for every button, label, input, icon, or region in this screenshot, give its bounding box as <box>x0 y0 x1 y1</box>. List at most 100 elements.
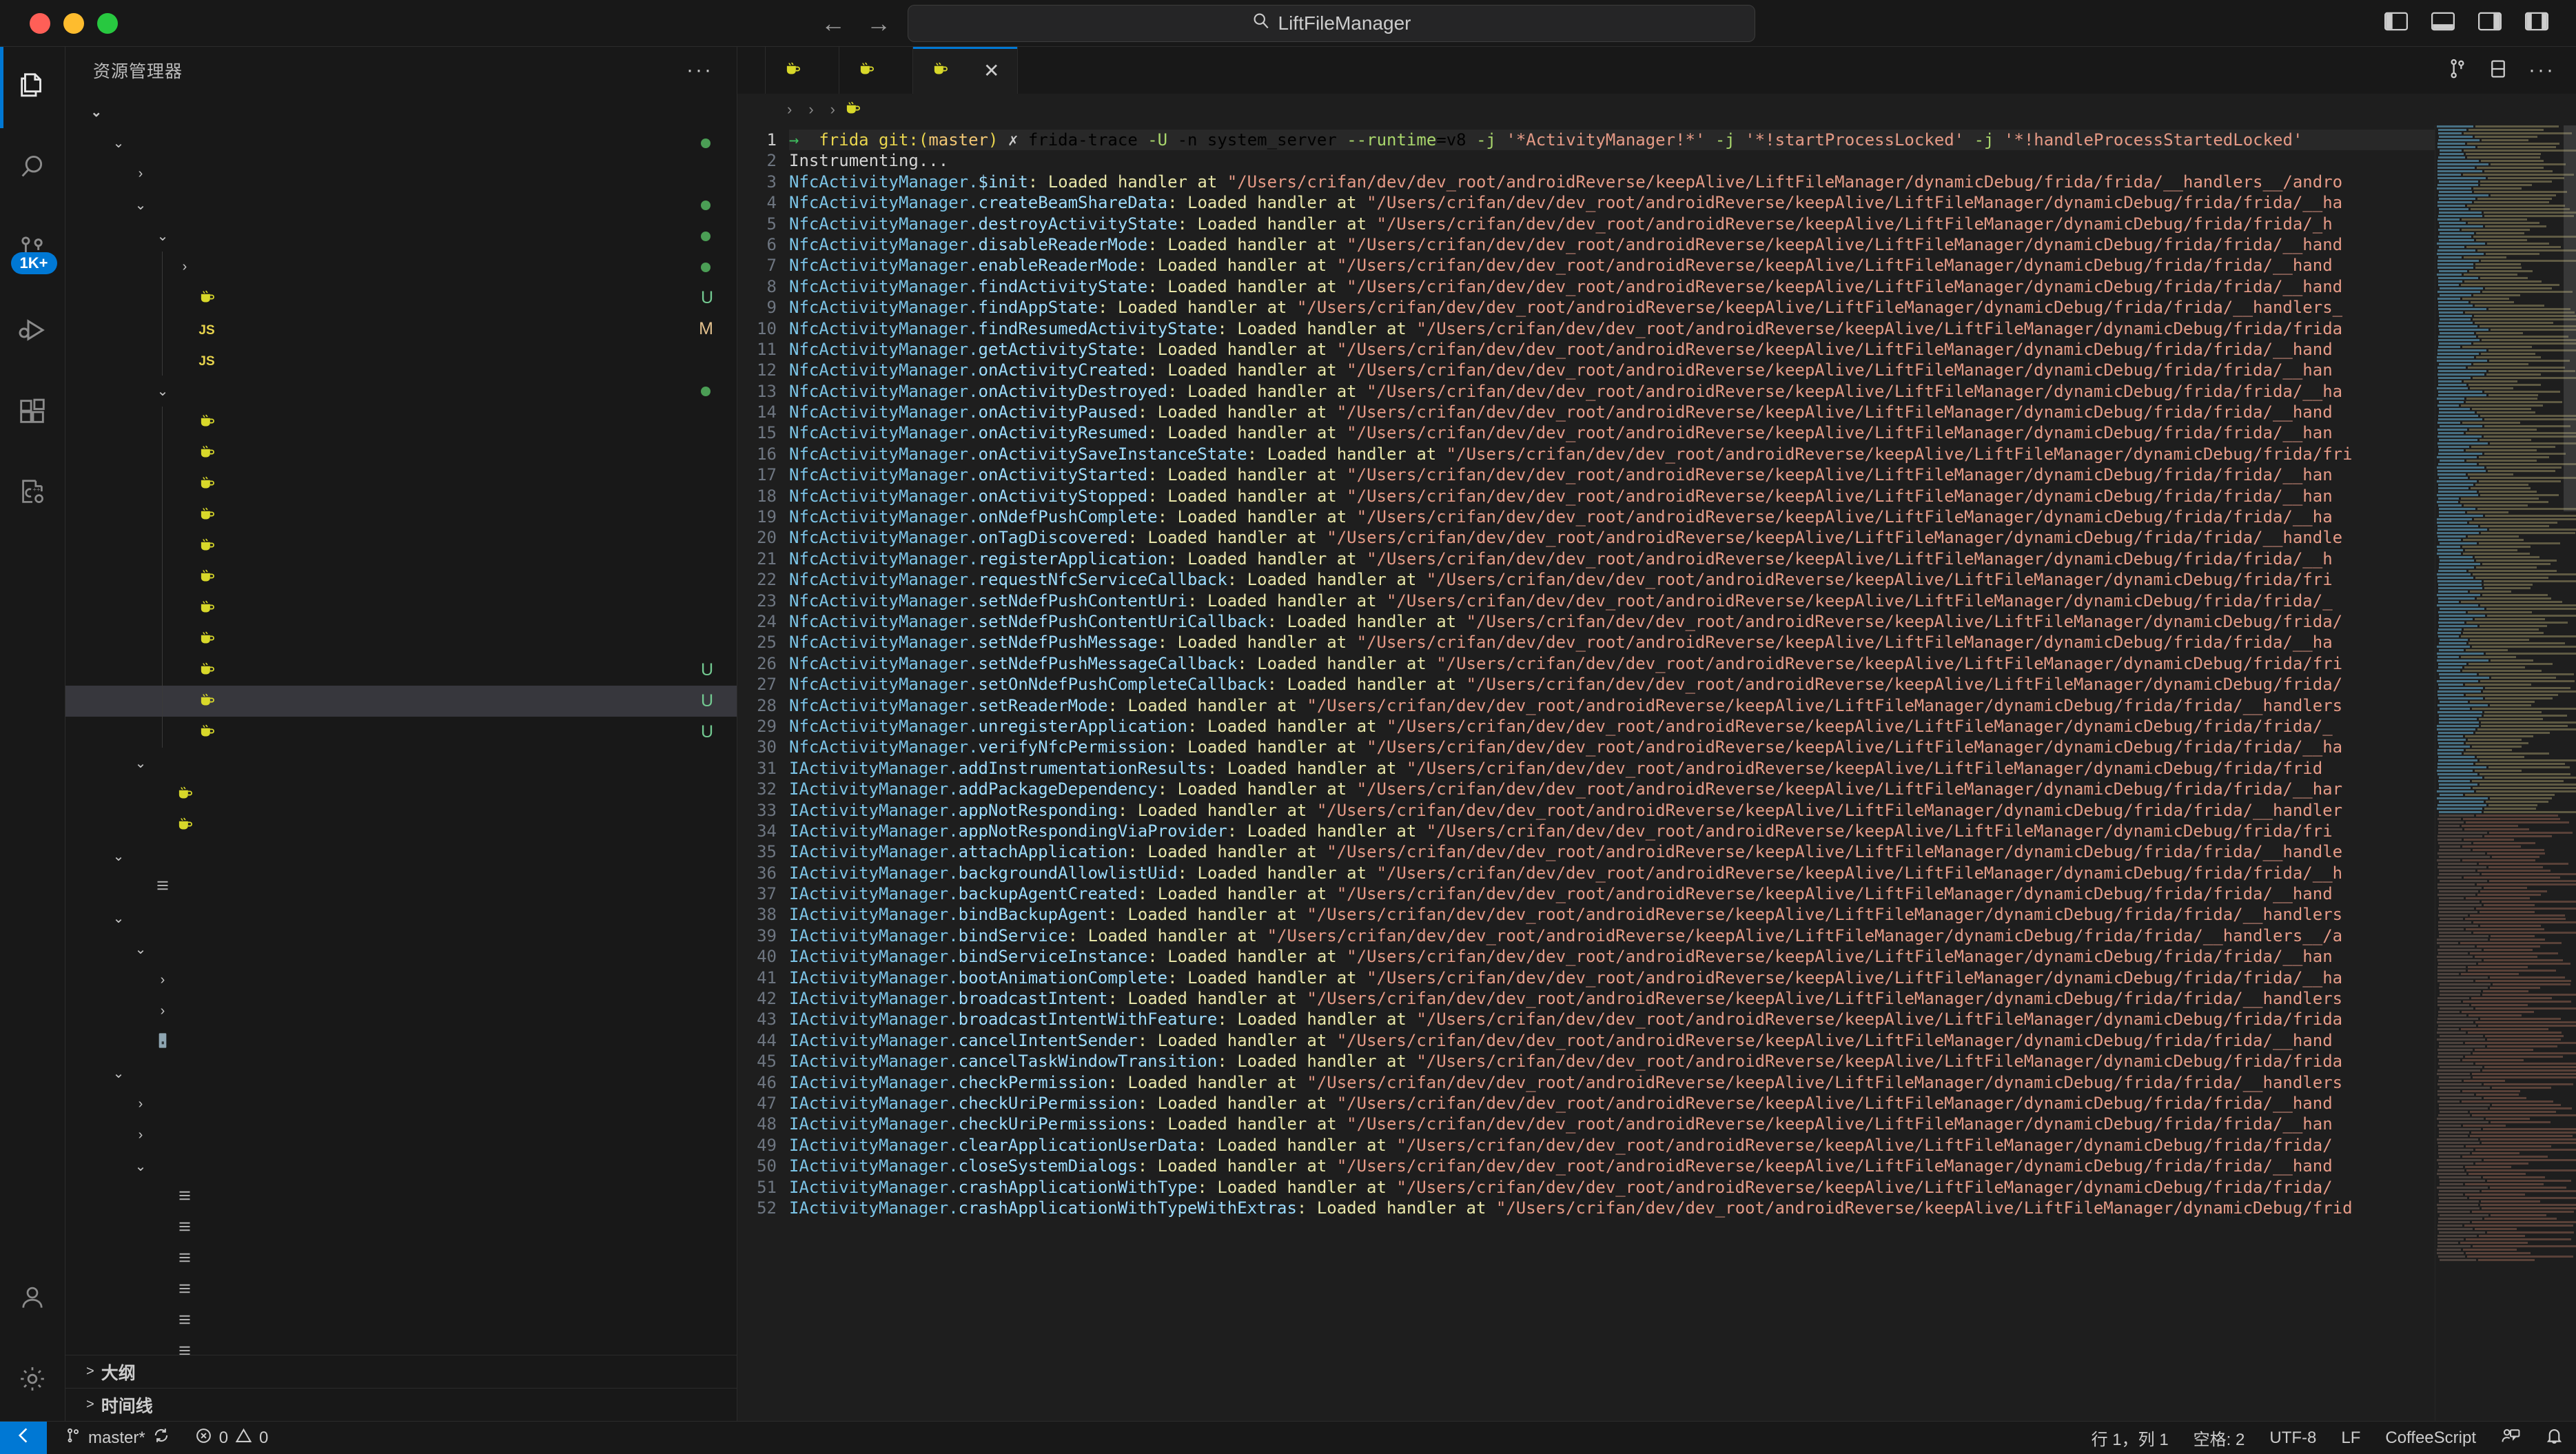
file-tree[interactable]: ⌄ ⌄ › ⌄ ⌄ › U JS M JS ⌄ U U U ⌄ ⌄ ⌄ ⌄ › … <box>65 94 737 1355</box>
sidebar-item-extensions[interactable] <box>0 372 65 453</box>
tree-row[interactable]: JS <box>65 345 737 376</box>
status-cursor-position[interactable]: 行 1，列 1 <box>2079 1422 2181 1454</box>
customize-layout-icon[interactable] <box>2525 12 2548 34</box>
editor-tabs[interactable]: ✕ ··· <box>737 47 2576 94</box>
editor-tab[interactable] <box>766 47 839 94</box>
status-encoding[interactable]: UTF-8 <box>2257 1422 2329 1454</box>
chevron-down-icon[interactable]: ⌄ <box>130 755 151 772</box>
tree-row[interactable]: JS M <box>65 314 737 345</box>
tree-row[interactable] <box>65 407 737 438</box>
split-editor-down-icon[interactable] <box>2447 58 2468 83</box>
tree-row[interactable]: ⌄ <box>65 221 737 252</box>
forward-icon[interactable]: → <box>866 10 891 36</box>
chevron-right-icon[interactable]: › <box>130 1096 151 1112</box>
sidebar-item-explorer[interactable] <box>0 47 65 128</box>
tree-row[interactable] <box>65 562 737 593</box>
status-language-mode[interactable]: CoffeeScript <box>2373 1422 2488 1454</box>
split-editor-icon[interactable] <box>2488 59 2508 83</box>
code-content[interactable]: → frida git:(master) ✗ frida-trace -U -n… <box>789 125 2435 1421</box>
chevron-down-icon[interactable]: ⌄ <box>86 103 107 121</box>
tree-row[interactable] <box>65 1337 737 1355</box>
tree-row[interactable]: › <box>65 965 737 996</box>
editor-tab[interactable] <box>737 47 766 94</box>
sidebar-item-run-and-debug[interactable] <box>0 291 65 372</box>
chevron-down-icon[interactable]: ⌄ <box>130 941 151 958</box>
manage-settings-button[interactable] <box>0 1340 65 1421</box>
sidebar-item-source-control[interactable]: 1K+ <box>0 209 65 291</box>
chevron-down-icon[interactable]: ⌄ <box>152 382 173 400</box>
tree-row[interactable] <box>65 1275 737 1306</box>
tree-row[interactable]: ⌄ <box>65 127 737 158</box>
accounts-button[interactable] <box>0 1258 65 1340</box>
status-eol[interactable]: LF <box>2329 1422 2373 1454</box>
status-notifications[interactable] <box>2533 1422 2576 1454</box>
tree-row[interactable]: ⌄ <box>65 1151 737 1182</box>
tree-row[interactable]: ⌄ <box>65 190 737 221</box>
minimap[interactable] <box>2435 125 2576 1421</box>
tree-row[interactable]: ⌄ <box>65 748 737 779</box>
close-window-button[interactable] <box>30 12 50 34</box>
tree-row[interactable]: › <box>65 996 737 1027</box>
chevron-right-icon[interactable]: › <box>130 166 151 182</box>
sidebar-more-actions-icon[interactable]: ··· <box>686 60 713 81</box>
command-center-search[interactable]: LiftFileManager <box>908 4 1755 42</box>
tree-row[interactable]: › <box>65 158 737 190</box>
chevron-down-icon[interactable]: ⌄ <box>108 848 129 865</box>
editor-more-actions-icon[interactable]: ··· <box>2528 60 2555 81</box>
tree-row[interactable]: ⌄ <box>65 376 737 407</box>
tree-row[interactable]: › <box>65 1089 737 1120</box>
tree-row[interactable] <box>65 438 737 469</box>
tree-row[interactable]: › <box>65 252 737 283</box>
tree-row[interactable]: U <box>65 717 737 748</box>
editor-tab[interactable]: ✕ <box>913 47 1019 94</box>
toggle-primary-sidebar-icon[interactable] <box>2384 12 2408 34</box>
tree-row[interactable]: ⌄ <box>65 903 737 934</box>
chevron-down-icon[interactable]: ⌄ <box>108 910 129 927</box>
status-indentation[interactable]: 空格: 2 <box>2181 1422 2258 1454</box>
tree-row[interactable] <box>65 531 737 562</box>
chevron-down-icon[interactable]: ⌄ <box>130 1158 151 1175</box>
tree-row[interactable] <box>65 593 737 624</box>
remote-window-button[interactable] <box>0 1421 47 1454</box>
tree-row[interactable]: › <box>65 1120 737 1151</box>
back-icon[interactable]: ← <box>821 10 846 36</box>
toggle-panel-icon[interactable] <box>2431 12 2455 34</box>
toggle-secondary-sidebar-icon[interactable] <box>2478 12 2502 34</box>
tree-row[interactable] <box>65 1027 737 1058</box>
chevron-right-icon[interactable]: › <box>174 259 195 275</box>
status-branch[interactable]: master* <box>47 1422 183 1454</box>
tree-row[interactable]: ⌄ <box>65 841 737 872</box>
editor-scrollbar[interactable] <box>2564 125 2576 511</box>
sidebar-section-timeline[interactable]: > 时间线 <box>65 1388 737 1421</box>
maximize-window-button[interactable] <box>97 12 118 34</box>
chevron-down-icon[interactable]: ⌄ <box>108 1065 129 1082</box>
tree-row[interactable]: U <box>65 283 737 314</box>
sidebar-item-search[interactable] <box>0 128 65 209</box>
tree-root-row[interactable]: ⌄ <box>65 96 737 127</box>
chevron-down-icon[interactable]: ⌄ <box>108 134 129 152</box>
tree-row[interactable] <box>65 624 737 655</box>
tree-row[interactable] <box>65 810 737 841</box>
status-feedback[interactable] <box>2488 1422 2533 1454</box>
sidebar-section-outline[interactable]: > 大纲 <box>65 1355 737 1388</box>
tree-row[interactable]: U <box>65 686 737 717</box>
tree-row[interactable]: ⌄ <box>65 934 737 965</box>
status-problems[interactable]: 0 0 <box>183 1422 281 1454</box>
sidebar-item-cpp-tools[interactable]: ++ <box>0 453 65 535</box>
breadcrumb[interactable]: › › › <box>737 94 2576 125</box>
code-editor[interactable]: 1 2 3 4 5 6 7 8 9 10 11 12 13 14 15 16 17 18 19 20 21 22 23 24 2… <box>737 125 2576 1421</box>
chevron-down-icon[interactable]: ⌄ <box>130 196 151 214</box>
editor-tab[interactable] <box>839 47 913 94</box>
chevron-down-icon[interactable]: ⌄ <box>152 227 173 245</box>
tree-row[interactable] <box>65 1182 737 1213</box>
tree-row[interactable]: ⌄ <box>65 1058 737 1089</box>
chevron-right-icon[interactable]: › <box>130 1127 151 1143</box>
minimize-window-button[interactable] <box>63 12 84 34</box>
tree-row[interactable] <box>65 1213 737 1244</box>
tree-row[interactable] <box>65 469 737 500</box>
close-tab-icon[interactable]: ✕ <box>983 59 999 82</box>
tree-row[interactable] <box>65 872 737 903</box>
chevron-right-icon[interactable]: › <box>152 1003 173 1019</box>
tree-row[interactable]: U <box>65 655 737 686</box>
tree-row[interactable] <box>65 779 737 810</box>
